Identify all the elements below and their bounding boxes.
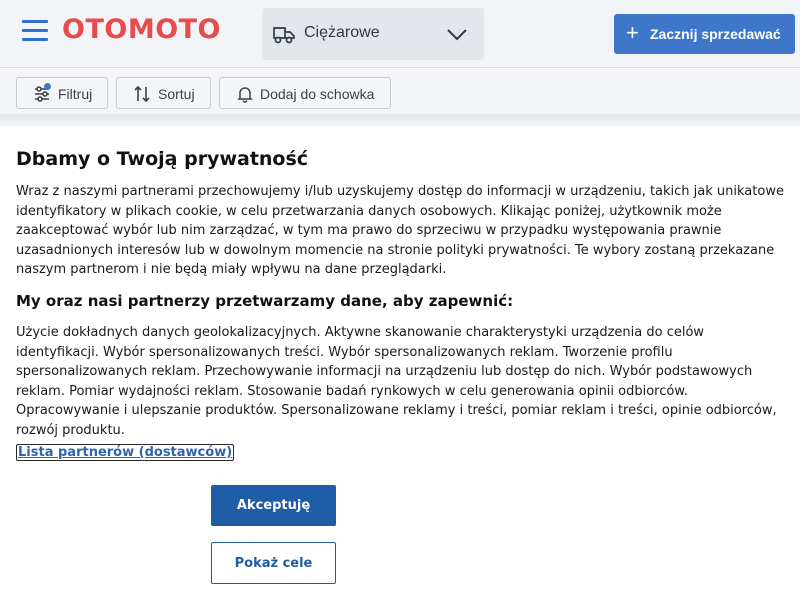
privacy-consent-dialog: Dbamy o Twoją prywatność Wraz z naszymi …: [0, 126, 800, 600]
filter-label: Filtruj: [58, 86, 93, 102]
overlay-shadow: [0, 114, 800, 126]
save-search-button[interactable]: Dodaj do schowka: [219, 77, 391, 109]
start-selling-button[interactable]: + Zacznij sprzedawać: [614, 14, 795, 54]
consent-subtitle: My oraz nasi partnerzy przetwarzamy dane…: [16, 292, 514, 310]
start-selling-label: Zacznij sprzedawać: [650, 26, 781, 42]
sort-arrows-icon: [134, 85, 150, 103]
truck-icon: [273, 27, 295, 44]
consent-title: Dbamy o Twoją prywatność: [16, 148, 309, 170]
chevron-down-icon: [447, 29, 467, 41]
filter-indicator-dot: [44, 83, 51, 90]
top-navigation-bar: OTOMOTO Ciężarowe + Zacznij sprzedawać: [0, 0, 800, 68]
category-dropdown[interactable]: Ciężarowe: [262, 8, 484, 60]
save-search-label: Dodaj do schowka: [260, 86, 375, 102]
show-purposes-button[interactable]: Pokaż cele: [211, 542, 336, 584]
consent-description: Wraz z naszymi partnerami przechowujemy …: [16, 184, 784, 277]
consent-purposes-list: Użycie dokładnych danych geolokalizacyjn…: [16, 325, 777, 438]
sort-button[interactable]: Sortuj: [116, 77, 211, 109]
hamburger-menu-icon[interactable]: [22, 20, 48, 46]
partners-list-link[interactable]: Lista partnerów (dostawców): [16, 444, 235, 461]
sort-label: Sortuj: [158, 86, 195, 102]
site-logo[interactable]: OTOMOTO: [62, 14, 221, 45]
accept-button[interactable]: Akceptuję: [211, 485, 336, 526]
category-label: Ciężarowe: [304, 24, 380, 41]
plus-icon: +: [626, 20, 639, 45]
bell-icon: [237, 87, 253, 103]
filter-button[interactable]: Filtruj: [16, 77, 108, 109]
